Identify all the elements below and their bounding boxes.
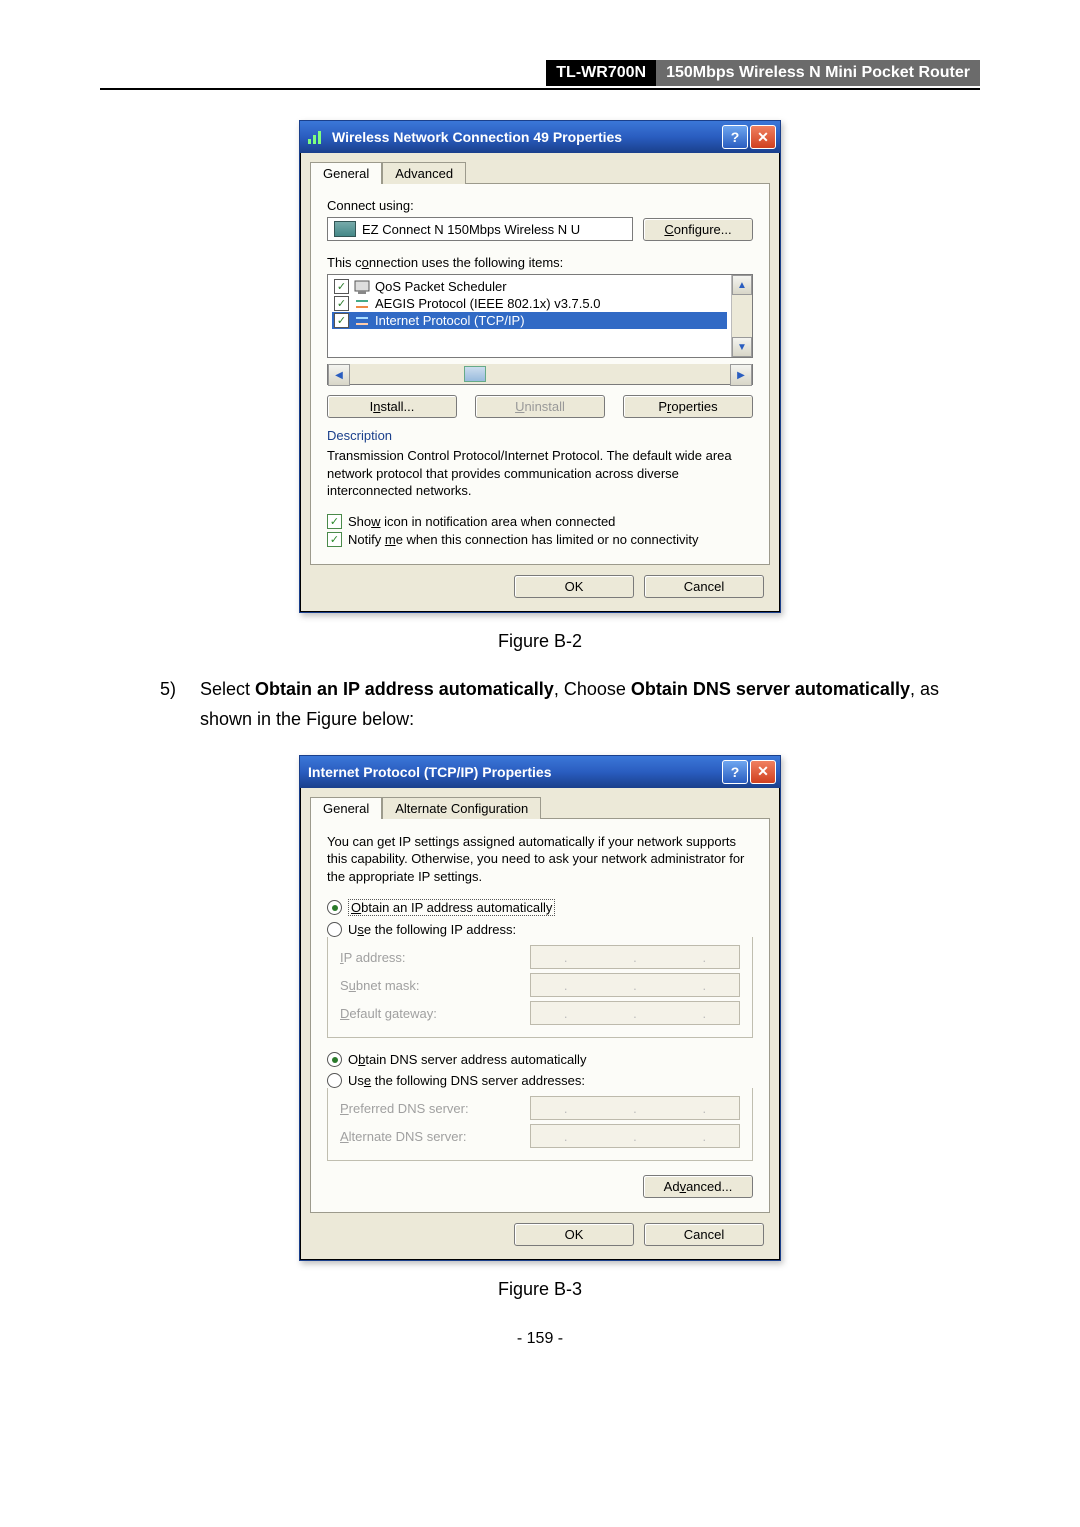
uninstall-button[interactable]: Uninstall xyxy=(475,395,605,418)
tab-general[interactable]: General xyxy=(310,797,382,819)
protocol-icon xyxy=(354,297,370,311)
item-label: Internet Protocol (TCP/IP) xyxy=(375,313,525,328)
dns-fieldset: Preferred DNS server: ... Alternate DNS … xyxy=(327,1088,753,1161)
radio-icon[interactable] xyxy=(327,900,342,915)
service-icon xyxy=(354,280,370,294)
radio-icon[interactable] xyxy=(327,1052,342,1067)
close-button[interactable]: ✕ xyxy=(750,760,776,784)
help-button[interactable]: ? xyxy=(722,125,748,149)
scroll-thumb[interactable] xyxy=(464,366,486,382)
figure-caption: Figure B-3 xyxy=(100,1279,980,1300)
description-text: Transmission Control Protocol/Internet P… xyxy=(327,447,753,500)
wireless-icon xyxy=(308,130,326,144)
preferred-dns-label: Preferred DNS server: xyxy=(340,1101,530,1116)
ok-button[interactable]: OK xyxy=(514,1223,634,1246)
advanced-button[interactable]: Advanced... xyxy=(643,1175,753,1198)
item-label: AEGIS Protocol (IEEE 802.1x) v3.7.5.0 xyxy=(375,296,600,311)
radio-label: Use the following IP address: xyxy=(348,922,516,937)
checkbox-label: Notify me when this connection has limit… xyxy=(348,532,698,547)
figure-caption: Figure B-2 xyxy=(100,631,980,652)
alternate-dns-label: Alternate DNS server: xyxy=(340,1129,530,1144)
step-text: 5) Select Obtain an IP address automatic… xyxy=(160,674,950,735)
ok-button[interactable]: OK xyxy=(514,575,634,598)
tab-general[interactable]: General xyxy=(310,162,382,184)
configure-button[interactable]: Configure... xyxy=(643,218,753,241)
adapter-name: EZ Connect N 150Mbps Wireless N U xyxy=(362,222,580,237)
list-item[interactable]: ✓ AEGIS Protocol (IEEE 802.1x) v3.7.5.0 xyxy=(332,295,727,312)
default-gateway-label: Default gateway: xyxy=(340,1006,530,1021)
titlebar: Internet Protocol (TCP/IP) Properties ? … xyxy=(300,756,780,788)
list-item[interactable]: ✓ QoS Packet Scheduler xyxy=(332,278,727,295)
subnet-mask-input: ... xyxy=(530,973,740,997)
default-gateway-input: ... xyxy=(530,1001,740,1025)
help-button[interactable]: ? xyxy=(722,760,748,784)
items-listbox[interactable]: ✓ QoS Packet Scheduler ✓ xyxy=(327,274,753,358)
obtain-ip-auto-radio[interactable]: Obtain an IP address automatically xyxy=(327,899,753,916)
radio-label: Obtain DNS server address automatically xyxy=(348,1052,586,1067)
step-number: 5) xyxy=(160,674,200,735)
dialog-title: Internet Protocol (TCP/IP) Properties xyxy=(308,764,722,780)
radio-label: Use the following DNS server addresses: xyxy=(348,1073,585,1088)
description-label: Description xyxy=(327,428,753,443)
ip-address-input: ... xyxy=(530,945,740,969)
cancel-button[interactable]: Cancel xyxy=(644,1223,764,1246)
connect-using-label: Connect using: xyxy=(327,198,753,213)
preferred-dns-input: ... xyxy=(530,1096,740,1120)
item-label: QoS Packet Scheduler xyxy=(375,279,507,294)
use-ip-radio[interactable]: Use the following IP address: xyxy=(327,922,753,937)
nic-icon xyxy=(334,221,356,237)
use-dns-radio[interactable]: Use the following DNS server addresses: xyxy=(327,1073,753,1088)
tab-alternate-configuration[interactable]: Alternate Configuration xyxy=(382,797,541,819)
checkbox-label: Show icon in notification area when conn… xyxy=(348,514,615,529)
model-desc: 150Mbps Wireless N Mini Pocket Router xyxy=(656,60,980,86)
properties-button[interactable]: Properties xyxy=(623,395,753,418)
show-icon-checkbox-row[interactable]: ✓ Show icon in notification area when co… xyxy=(327,514,753,529)
adapter-field: EZ Connect N 150Mbps Wireless N U xyxy=(327,217,633,241)
horizontal-scrollbar[interactable]: ◀ ▶ xyxy=(327,364,753,385)
obtain-dns-auto-radio[interactable]: Obtain DNS server address automatically xyxy=(327,1052,753,1067)
page-number: - 159 - xyxy=(100,1330,980,1348)
network-connection-properties-dialog: Wireless Network Connection 49 Propertie… xyxy=(299,120,781,613)
cancel-button[interactable]: Cancel xyxy=(644,575,764,598)
close-button[interactable]: ✕ xyxy=(750,125,776,149)
scroll-up-icon[interactable]: ▲ xyxy=(732,275,752,295)
alternate-dns-input: ... xyxy=(530,1124,740,1148)
tab-advanced[interactable]: Advanced xyxy=(382,162,466,184)
scroll-right-icon[interactable]: ▶ xyxy=(730,364,752,386)
page-header: TL-WR700N150Mbps Wireless N Mini Pocket … xyxy=(100,60,980,90)
ip-address-label: IP address: xyxy=(340,950,530,965)
info-text: You can get IP settings assigned automat… xyxy=(327,833,753,886)
radio-icon[interactable] xyxy=(327,1073,342,1088)
checkbox-icon[interactable]: ✓ xyxy=(334,296,349,311)
install-button[interactable]: Install... xyxy=(327,395,457,418)
titlebar: Wireless Network Connection 49 Propertie… xyxy=(300,121,780,153)
scroll-left-icon[interactable]: ◀ xyxy=(328,364,350,386)
checkbox-icon[interactable]: ✓ xyxy=(327,532,342,547)
items-label: This connection uses the following items… xyxy=(327,255,753,270)
dialog-title: Wireless Network Connection 49 Propertie… xyxy=(332,129,722,145)
radio-label: Obtain an IP address automatically xyxy=(348,899,555,916)
list-item[interactable]: ✓ Internet Protocol (TCP/IP) xyxy=(332,312,727,329)
checkbox-icon[interactable]: ✓ xyxy=(327,514,342,529)
checkbox-icon[interactable]: ✓ xyxy=(334,313,349,328)
radio-icon[interactable] xyxy=(327,922,342,937)
model-label: TL-WR700N xyxy=(546,60,656,86)
notify-checkbox-row[interactable]: ✓ Notify me when this connection has lim… xyxy=(327,532,753,547)
protocol-icon xyxy=(354,314,370,328)
ip-fieldset: IP address: ... Subnet mask: ... Default… xyxy=(327,937,753,1038)
tcpip-properties-dialog: Internet Protocol (TCP/IP) Properties ? … xyxy=(299,755,781,1262)
checkbox-icon[interactable]: ✓ xyxy=(334,279,349,294)
vertical-scrollbar[interactable]: ▲ ▼ xyxy=(731,275,752,357)
subnet-mask-label: Subnet mask: xyxy=(340,978,530,993)
scroll-down-icon[interactable]: ▼ xyxy=(732,337,752,357)
